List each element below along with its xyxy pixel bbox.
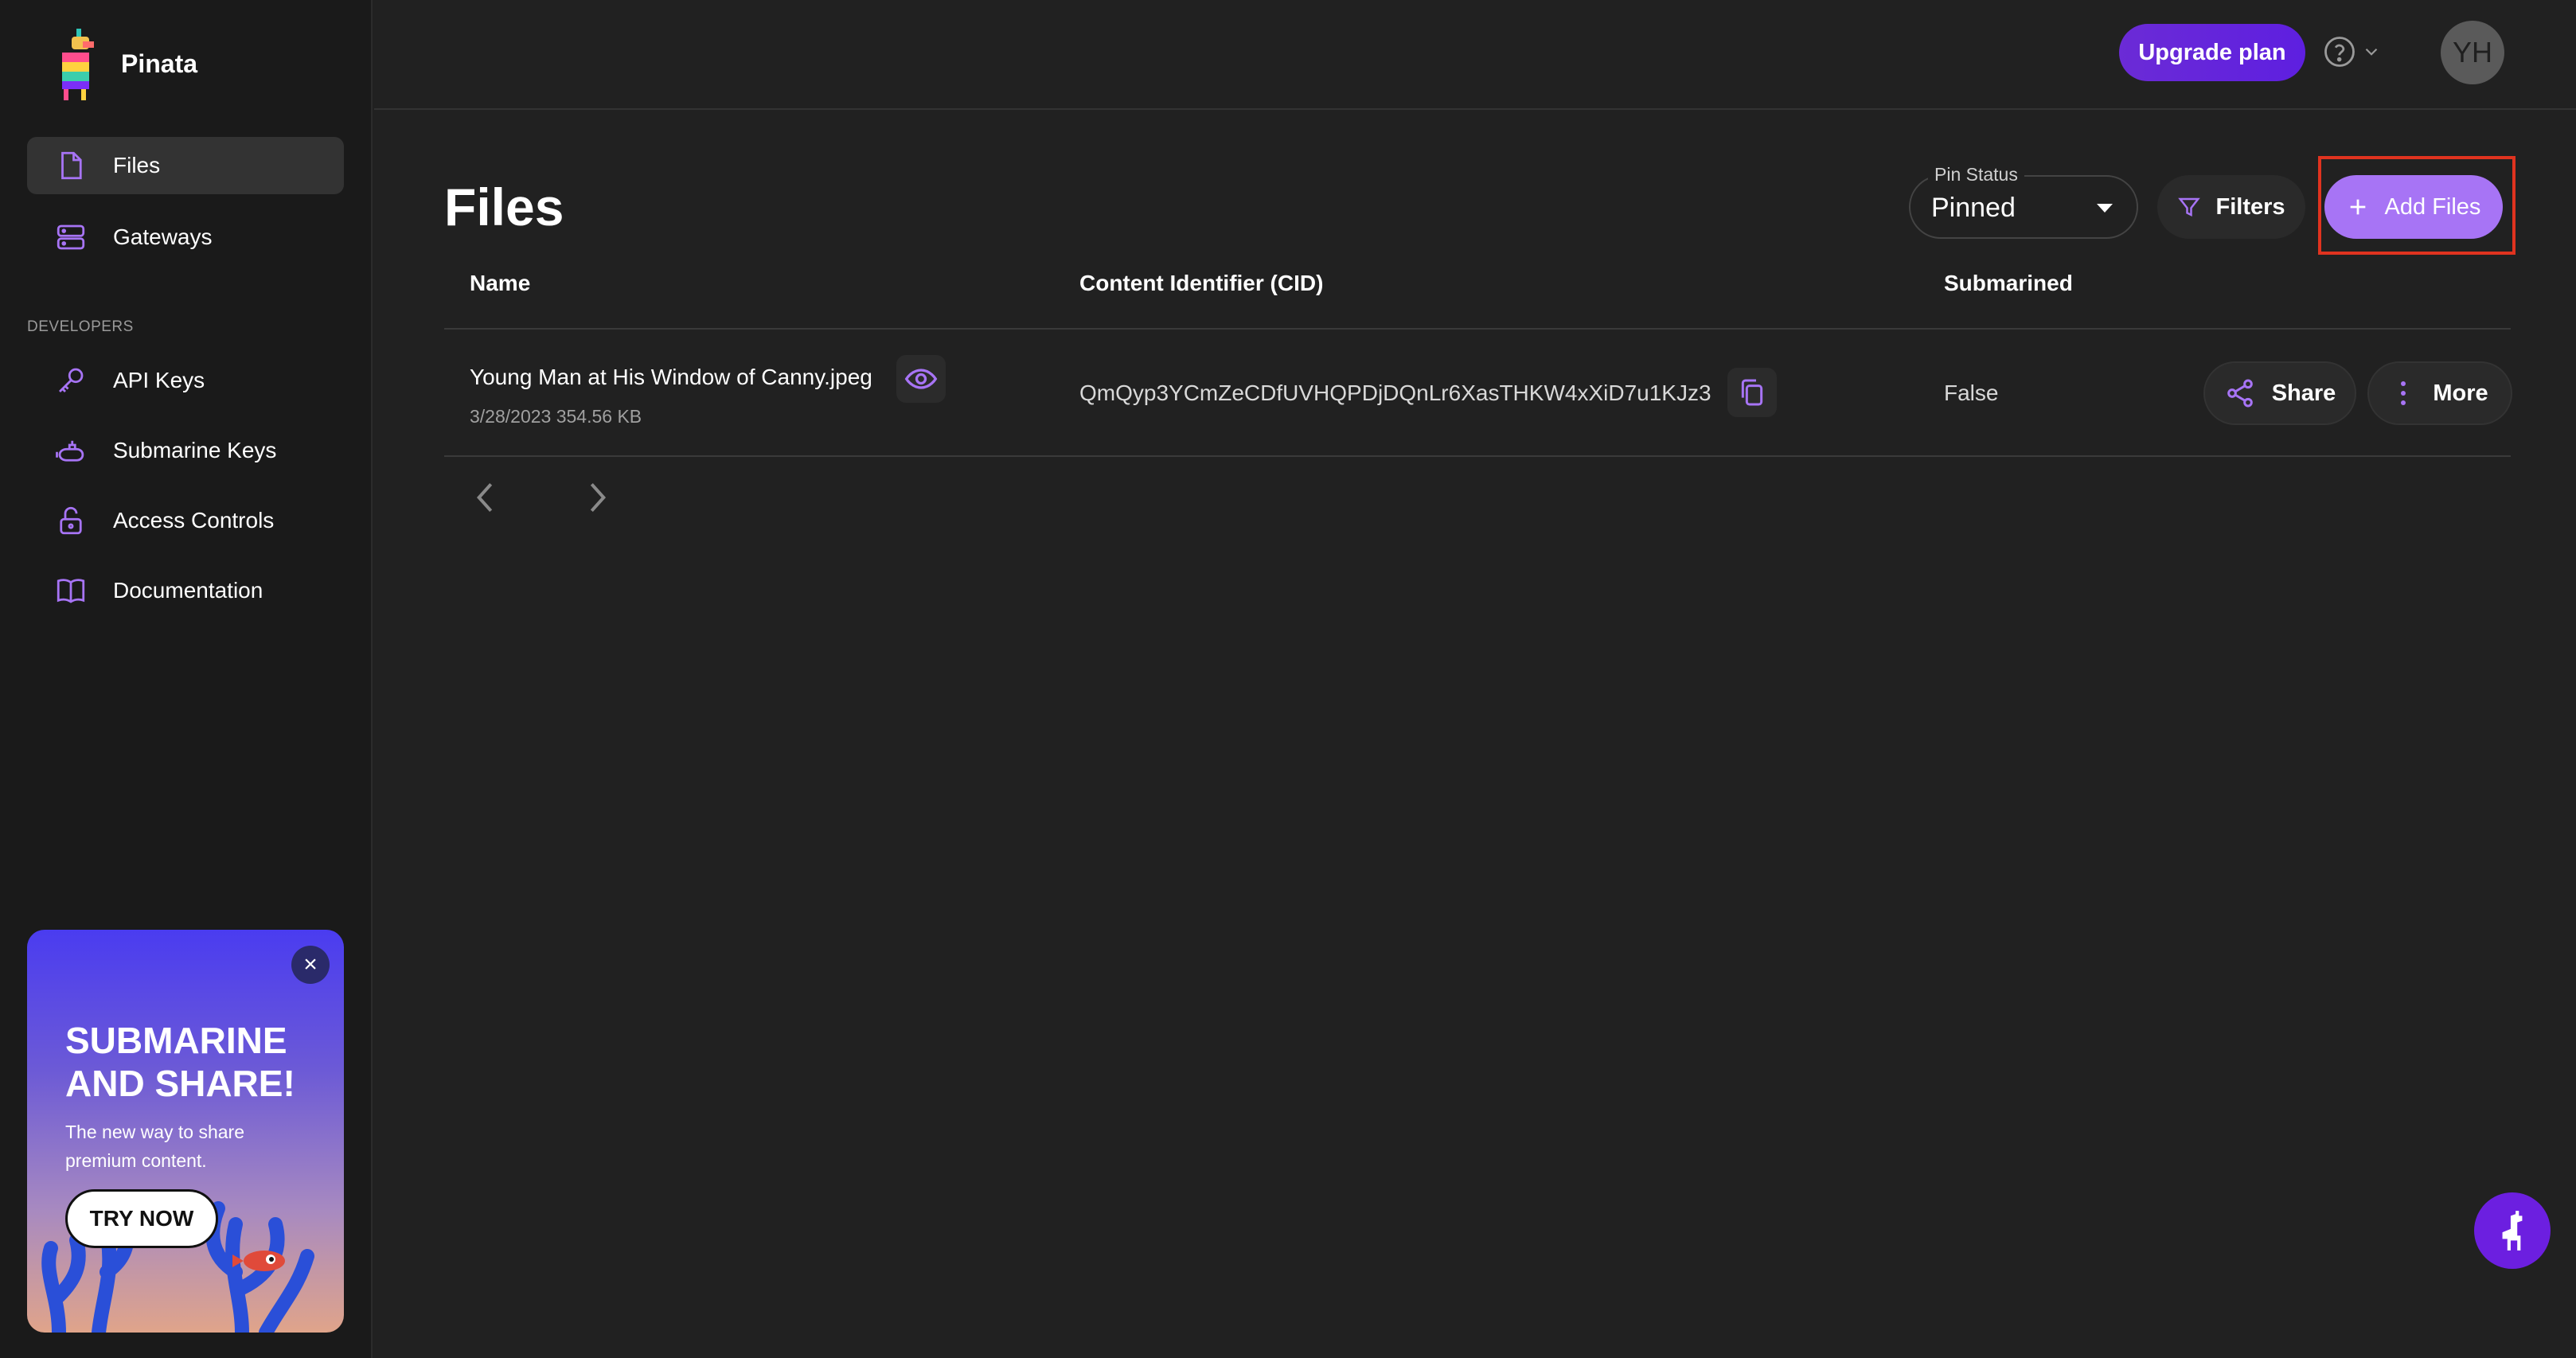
page-title: Files bbox=[444, 178, 564, 236]
llama-icon bbox=[2502, 1211, 2523, 1251]
user-avatar[interactable]: YH bbox=[2441, 21, 2504, 84]
sidebar-item-submarine-keys[interactable]: Submarine Keys bbox=[27, 422, 344, 479]
copy-icon bbox=[1741, 379, 1763, 406]
caret-down-icon bbox=[2097, 204, 2113, 213]
chevron-right-icon[interactable] bbox=[581, 478, 613, 517]
promo-close-button[interactable]: × bbox=[291, 946, 330, 984]
file-name[interactable]: Young Man at His Window of Canny.jpeg bbox=[470, 365, 872, 390]
sidebar-item-label: Access Controls bbox=[113, 508, 275, 533]
chevron-down-icon bbox=[2365, 48, 2378, 56]
sidebar-item-documentation[interactable]: Documentation bbox=[27, 562, 344, 619]
eye-icon bbox=[904, 369, 938, 389]
more-button[interactable]: More bbox=[2367, 361, 2512, 425]
sidebar: Pinata Files Gateways DEVELOPERS API Key… bbox=[0, 0, 373, 1358]
submarine-icon bbox=[56, 440, 84, 462]
sidebar-item-label: Files bbox=[113, 153, 161, 178]
filter-icon bbox=[2178, 197, 2201, 217]
brand-name: Pinata bbox=[121, 49, 198, 78]
filters-label: Filters bbox=[2215, 193, 2285, 220]
add-files-label: Add Files bbox=[2384, 193, 2481, 220]
help-menu[interactable] bbox=[2323, 35, 2382, 68]
pin-status-value: Pinned bbox=[1931, 193, 2016, 223]
pinata-llama-icon bbox=[62, 29, 94, 100]
column-header-name: Name bbox=[470, 271, 531, 295]
share-button[interactable]: Share bbox=[2203, 361, 2356, 425]
file-cid: QmQyp3YCmZeCDfUVHQPDjDQnLr6XasTHKW4xXiD7… bbox=[1079, 380, 1711, 405]
more-vertical-icon bbox=[2401, 381, 2406, 405]
share-label: Share bbox=[2271, 380, 2336, 406]
pin-status-select[interactable]: Pin Status Pinned bbox=[1909, 164, 2138, 239]
filters-button[interactable]: Filters bbox=[2157, 175, 2305, 239]
sidebar-item-label: Submarine Keys bbox=[113, 438, 277, 462]
sidebar-section-developers: DEVELOPERS bbox=[27, 318, 134, 335]
chevron-left-icon[interactable] bbox=[470, 478, 502, 517]
server-icon bbox=[57, 224, 85, 250]
add-files-button[interactable]: Add Files bbox=[2324, 175, 2503, 239]
brand-logo[interactable]: Pinata bbox=[53, 25, 197, 102]
sidebar-item-label: Documentation bbox=[113, 578, 263, 603]
book-icon bbox=[57, 579, 85, 603]
submarine-promo-card: × SUBMARINE AND SHARE! The new way to sh… bbox=[27, 930, 344, 1333]
help-circle-icon bbox=[2324, 37, 2355, 67]
submarined-value: False bbox=[1944, 380, 1999, 405]
column-header-submarined: Submarined bbox=[1944, 271, 2073, 295]
table-row-divider bbox=[444, 455, 2511, 457]
try-now-button[interactable]: TRY NOW bbox=[65, 1189, 218, 1248]
table-header-divider bbox=[444, 328, 2511, 330]
help-chat-button[interactable] bbox=[2474, 1192, 2551, 1269]
lock-icon bbox=[60, 506, 82, 535]
sidebar-item-gateways[interactable]: Gateways bbox=[27, 209, 344, 266]
sidebar-item-access-controls[interactable]: Access Controls bbox=[27, 492, 344, 549]
more-label: More bbox=[2433, 380, 2488, 406]
sidebar-item-api-keys[interactable]: API Keys bbox=[27, 352, 344, 409]
key-icon bbox=[59, 368, 84, 392]
share-icon bbox=[2227, 379, 2253, 408]
column-header-cid: Content Identifier (CID) bbox=[1079, 271, 1324, 295]
copy-cid-button[interactable] bbox=[1727, 368, 1777, 417]
sidebar-item-label: API Keys bbox=[113, 368, 205, 392]
pin-status-label: Pin Status bbox=[1928, 164, 2024, 185]
file-icon bbox=[61, 151, 82, 180]
sidebar-item-files[interactable]: Files bbox=[27, 137, 344, 194]
sidebar-item-label: Gateways bbox=[113, 224, 213, 249]
promo-subtitle: The new way to share premium content. bbox=[65, 1122, 245, 1171]
plus-icon bbox=[2350, 199, 2365, 215]
preview-button[interactable] bbox=[896, 355, 946, 403]
promo-title: SUBMARINE AND SHARE! bbox=[65, 1020, 295, 1104]
file-meta: 3/28/2023 354.56 KB bbox=[470, 406, 642, 427]
upgrade-plan-button[interactable]: Upgrade plan bbox=[2119, 24, 2305, 81]
